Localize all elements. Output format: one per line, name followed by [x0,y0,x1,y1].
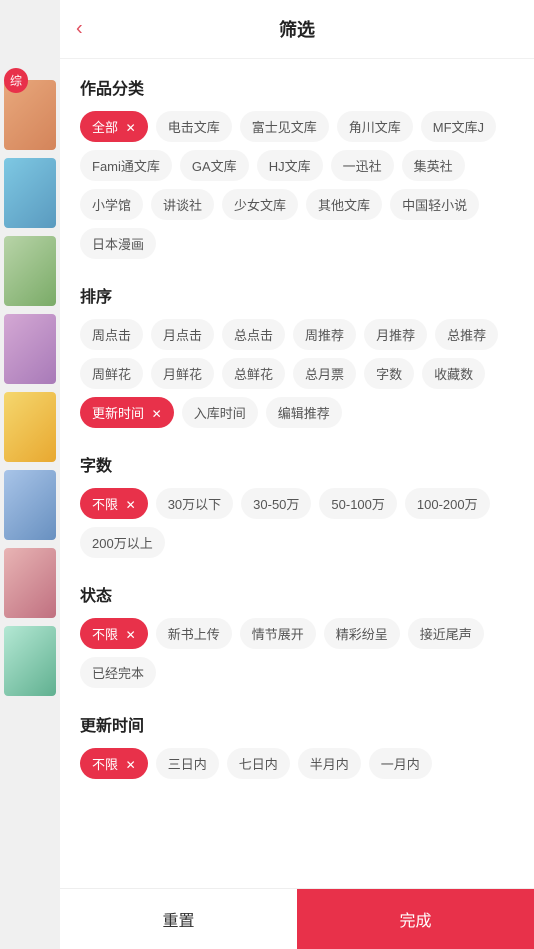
tag-sort-2[interactable]: 总点击 [222,319,285,350]
sidebar-peek: 综 [0,0,60,949]
reset-button[interactable]: 重置 [60,889,297,949]
section-status: 状态 不限 ✕ 新书上传 情节展开 精彩纷呈 接近尾声 已经完本 [80,582,514,688]
sidebar-book-7 [4,548,56,618]
tag-status-1[interactable]: 新书上传 [156,618,232,649]
tag-wordcount-1[interactable]: 30万以下 [156,488,233,519]
tag-category-0[interactable]: 全部 ✕ [80,111,148,142]
tag-status-4[interactable]: 接近尾声 [408,618,484,649]
tag-category-12[interactable]: 少女文库 [222,189,298,220]
tag-wordcount-2[interactable]: 30-50万 [241,488,311,519]
sort-tags: 周点击 月点击 总点击 周推荐 月推荐 总推荐 周鲜花 月鲜花 总鲜花 总月票 … [80,319,514,428]
tag-category-1[interactable]: 电击文库 [156,111,232,142]
tag-category-3[interactable]: 角川文库 [337,111,413,142]
tag-wordcount-3[interactable]: 50-100万 [319,488,396,519]
tag-sort-6[interactable]: 周鲜花 [80,358,143,389]
tag-category-14[interactable]: 中国轻小说 [390,189,479,220]
section-update-time: 更新时间 不限 ✕ 三日内 七日内 半月内 一月内 [80,712,514,779]
section-update-time-title: 更新时间 [80,712,514,736]
tag-sort-10[interactable]: 字数 [364,358,414,389]
tag-category-5[interactable]: Fami通文库 [80,150,172,181]
category-tags: 全部 ✕ 电击文库 富士见文库 角川文库 MF文库J Fami通文库 GA文库 … [80,111,514,259]
tag-status-5[interactable]: 已经完本 [80,657,156,688]
tag-update-time-3[interactable]: 半月内 [298,748,361,779]
tag-sort-5[interactable]: 总推荐 [435,319,498,350]
filter-panel: ‹ 筛选 作品分类 全部 ✕ 电击文库 富士见文库 角川文库 MF文库J Fam… [60,0,534,949]
tag-sort-11[interactable]: 收藏数 [422,358,485,389]
tag-category-4[interactable]: MF文库J [421,111,496,142]
back-button[interactable]: ‹ [76,18,83,41]
tag-update-time-0[interactable]: 不限 ✕ [80,748,148,779]
tag-category-10[interactable]: 小学馆 [80,189,143,220]
filter-header: ‹ 筛选 [60,0,534,59]
section-sort-title: 排序 [80,283,514,307]
filter-content: 作品分类 全部 ✕ 电击文库 富士见文库 角川文库 MF文库J Fami通文库 … [60,59,534,888]
tag-sort-12[interactable]: 更新时间 ✕ [80,397,174,428]
confirm-button[interactable]: 完成 [297,889,534,949]
tag-category-2[interactable]: 富士见文库 [240,111,329,142]
tag-wordcount-5[interactable]: 200万以上 [80,527,165,558]
tag-update-time-2[interactable]: 七日内 [227,748,290,779]
section-category-title: 作品分类 [80,75,514,99]
tag-sort-14[interactable]: 编辑推荐 [266,397,342,428]
tag-category-6[interactable]: GA文库 [180,150,249,181]
bottom-bar: 重置 完成 [60,888,534,949]
tag-wordcount-4[interactable]: 100-200万 [405,488,490,519]
status-tags: 不限 ✕ 新书上传 情节展开 精彩纷呈 接近尾声 已经完本 [80,618,514,688]
tag-wordcount-0[interactable]: 不限 ✕ [80,488,148,519]
sidebar-book-6 [4,470,56,540]
sidebar-book-2 [4,158,56,228]
wordcount-tags: 不限 ✕ 30万以下 30-50万 50-100万 100-200万 200万以… [80,488,514,558]
section-wordcount: 字数 不限 ✕ 30万以下 30-50万 50-100万 100-200万 20… [80,452,514,558]
tag-status-2[interactable]: 情节展开 [240,618,316,649]
tag-sort-3[interactable]: 周推荐 [293,319,356,350]
tag-sort-0[interactable]: 周点击 [80,319,143,350]
section-sort: 排序 周点击 月点击 总点击 周推荐 月推荐 总推荐 周鲜花 月鲜花 总鲜花 总… [80,283,514,428]
tag-sort-8[interactable]: 总鲜花 [222,358,285,389]
sidebar-book-4 [4,314,56,384]
tag-sort-13[interactable]: 入库时间 [182,397,258,428]
tag-sort-4[interactable]: 月推荐 [364,319,427,350]
sidebar-content [0,0,60,696]
tag-category-7[interactable]: HJ文库 [257,150,323,181]
tag-category-13[interactable]: 其他文库 [306,189,382,220]
sidebar-book-5 [4,392,56,462]
sidebar-book-8 [4,626,56,696]
sidebar-book-3 [4,236,56,306]
tag-category-11[interactable]: 讲谈社 [151,189,214,220]
tag-category-9[interactable]: 集英社 [402,150,465,181]
update-time-tags: 不限 ✕ 三日内 七日内 半月内 一月内 [80,748,514,779]
app-overlay: 综 ‹ 筛选 作品分类 全部 ✕ 电击文库 富士 [0,0,534,949]
sidebar-tab[interactable]: 综 [4,68,28,93]
tag-category-15[interactable]: 日本漫画 [80,228,156,259]
tag-sort-1[interactable]: 月点击 [151,319,214,350]
tag-sort-9[interactable]: 总月票 [293,358,356,389]
section-wordcount-title: 字数 [80,452,514,476]
section-category: 作品分类 全部 ✕ 电击文库 富士见文库 角川文库 MF文库J Fami通文库 … [80,75,514,259]
tag-sort-7[interactable]: 月鲜花 [151,358,214,389]
tag-category-8[interactable]: 一迅社 [331,150,394,181]
page-title: 筛选 [279,16,315,42]
tag-status-3[interactable]: 精彩纷呈 [324,618,400,649]
section-status-title: 状态 [80,582,514,606]
tag-update-time-1[interactable]: 三日内 [156,748,219,779]
tag-update-time-4[interactable]: 一月内 [369,748,432,779]
tag-status-0[interactable]: 不限 ✕ [80,618,148,649]
